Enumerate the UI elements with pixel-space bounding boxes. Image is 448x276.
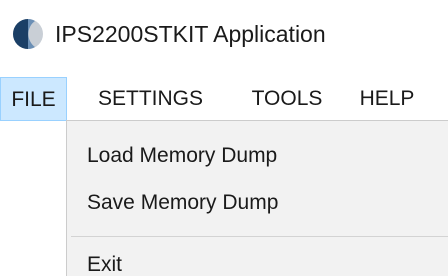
menu-file[interactable]: FILE: [0, 77, 67, 121]
menu-bar: FILE SETTINGS TOOLS HELP: [0, 77, 448, 121]
menu-item-save-memory-dump[interactable]: Save Memory Dump: [67, 183, 448, 223]
application-window: IPS2200STKIT Application FILE SETTINGS T…: [0, 0, 448, 276]
menu-settings[interactable]: SETTINGS: [83, 77, 218, 121]
menu-separator: [71, 236, 448, 237]
menu-item-exit[interactable]: Exit: [67, 245, 448, 276]
menu-item-load-memory-dump[interactable]: Load Memory Dump: [67, 136, 448, 176]
menu-help[interactable]: HELP: [355, 77, 419, 121]
title-bar: IPS2200STKIT Application: [0, 0, 448, 64]
app-logo-icon: [11, 17, 45, 51]
file-menu-dropdown: Load Memory Dump Save Memory Dump Exit: [66, 120, 448, 276]
window-title: IPS2200STKIT Application: [55, 21, 326, 47]
menu-tools[interactable]: TOOLS: [237, 77, 337, 121]
